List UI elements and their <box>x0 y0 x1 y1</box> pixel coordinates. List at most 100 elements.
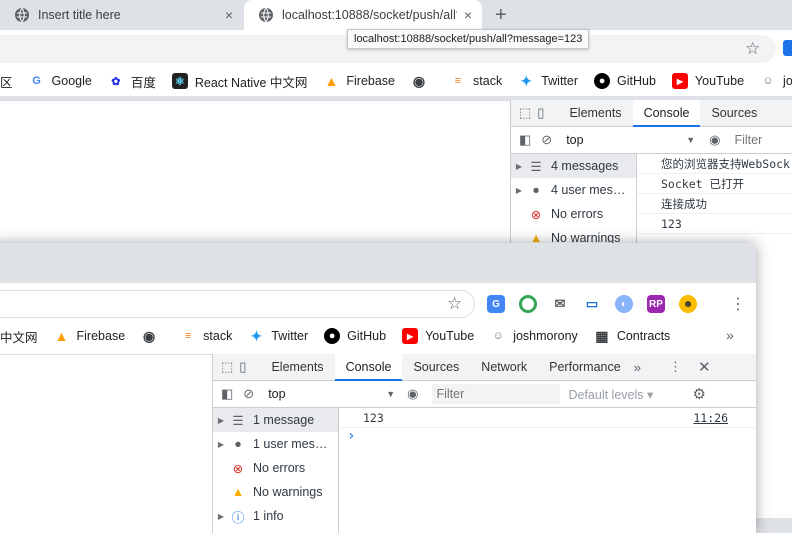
new-tab-button[interactable]: + <box>495 4 507 27</box>
filter-input[interactable]: Filter <box>432 384 561 404</box>
browser-menu-icon[interactable]: ⋮ <box>730 294 746 314</box>
bookmark-josh[interactable]: ☺jos <box>760 73 792 89</box>
bookmark-baidu[interactable]: ✿ 百度 <box>108 72 156 91</box>
sidebar-item-errors[interactable]: ⊗ No errors <box>213 456 338 480</box>
chrome-extension-icon[interactable] <box>519 295 537 313</box>
chevron-down-icon: ▼ <box>686 135 696 145</box>
log-timestamp-link[interactable]: 11:26 <box>693 408 728 427</box>
bookmark-globe[interactable]: ◉ <box>141 328 164 344</box>
inspect-icon[interactable]: ⬚ <box>519 105 531 121</box>
close-icon[interactable]: ✕ <box>698 358 711 376</box>
page-content <box>0 354 212 533</box>
eye-icon[interactable]: ◉ <box>709 132 720 148</box>
console-toolbar: ◧ ⊘ top ▼ ◉ Filter Default levels ▾ ⚙ <box>213 381 756 408</box>
bookmark-react-native[interactable]: ⚛ React Native 中文网 <box>171 72 307 91</box>
bookmark-stack[interactable]: ≡ stack <box>450 73 502 89</box>
bookmark-globe[interactable]: ◉ <box>411 73 434 89</box>
sidebar-item-errors[interactable]: ⊗ No errors <box>511 202 636 226</box>
tab-elements[interactable]: Elements <box>260 354 334 381</box>
address-bar[interactable] <box>0 290 475 318</box>
devtools-menu-icon[interactable]: ⋮ <box>669 359 682 375</box>
contracts-icon: ▦ <box>595 327 609 344</box>
firebase-icon: ▲ <box>54 328 69 344</box>
bookmark-firebase[interactable]: ▲ Firebase <box>54 328 126 344</box>
device-toggle-icon[interactable]: ▯ <box>239 359 246 375</box>
close-icon[interactable]: × <box>464 7 472 23</box>
info-icon: ⓘ <box>231 510 245 525</box>
rp-extension-icon[interactable]: RP <box>647 295 665 313</box>
error-icon: ⊗ <box>232 461 244 476</box>
tab-strip: Insert title here × localhost:10888/sock… <box>0 0 792 30</box>
mail-extension-icon[interactable]: ✉ <box>551 295 569 313</box>
tab-performance[interactable]: Performance <box>538 354 632 381</box>
globe-icon: ◉ <box>412 72 426 89</box>
tab-sources[interactable]: Sources <box>402 354 470 381</box>
context-select[interactable]: top <box>268 387 386 401</box>
sidebar-item-user-messages[interactable]: ▶ ● 4 user mes… <box>511 178 636 202</box>
bookmark-google[interactable]: G Google <box>29 73 92 89</box>
gear-icon[interactable]: ⚙ <box>692 385 705 403</box>
user-icon: ● <box>234 437 242 451</box>
twitter-icon: ✦ <box>250 327 263 344</box>
filter-input[interactable]: Filter <box>734 133 762 147</box>
devtools-panel: ⬚ ▯ Elements Console Sources Network Per… <box>212 353 756 533</box>
youtube-icon: ▶ <box>671 73 688 89</box>
sidebar-item-user-messages[interactable]: ▶ ● 1 user mes… <box>213 432 338 456</box>
bookmark-stack[interactable]: ≡ stack <box>180 328 232 344</box>
bookmark-github[interactable]: ● GitHub <box>594 73 656 89</box>
baidu-icon: ✿ <box>111 75 121 88</box>
sidebar-item-messages[interactable]: ▶ ☰ 4 messages <box>511 154 636 178</box>
tab-localhost[interactable]: localhost:10888/socket/push/all? × <box>244 0 482 30</box>
console-log-area: 123 11:26 › <box>339 408 756 533</box>
expand-arrow-icon: ▶ <box>515 185 523 195</box>
more-tabs-button[interactable]: » <box>634 360 641 375</box>
bookmark-github[interactable]: ● GitHub <box>324 328 386 344</box>
close-icon[interactable]: × <box>225 7 233 23</box>
sidebar-item-messages[interactable]: ▶ ☰ 1 message <box>213 408 338 432</box>
sidebar-toggle-icon[interactable]: ◧ <box>519 132 531 148</box>
console-prompt[interactable]: › <box>339 428 756 444</box>
bookmark-contracts[interactable]: ▦ Contracts <box>594 327 670 344</box>
tab-console[interactable]: Console <box>334 353 403 381</box>
eye-icon[interactable]: ◉ <box>407 386 418 402</box>
more-bookmarks-button[interactable]: » <box>726 327 734 343</box>
translate-extension-icon[interactable]: G <box>487 295 505 313</box>
bookmark-community[interactable]: 区 <box>0 72 13 91</box>
bookmark-star-icon[interactable]: ☆ <box>745 39 760 59</box>
context-select[interactable]: top <box>566 133 686 147</box>
devtools-tabbar: ⬚ ▯ Elements Console Sources <box>511 99 792 127</box>
tab-elements[interactable]: Elements <box>558 100 632 127</box>
expand-arrow-icon: ▶ <box>515 161 523 171</box>
sidebar-item-warnings[interactable]: ▲ No warnings <box>213 480 338 504</box>
bookmark-joshmorony[interactable]: ☺ joshmorony <box>490 328 578 344</box>
lens-extension-icon[interactable]: ◐ <box>615 295 633 313</box>
clear-console-icon[interactable]: ⊘ <box>541 132 552 148</box>
bookmark-youtube[interactable]: ▶ YouTube <box>402 328 474 344</box>
inspect-icon[interactable]: ⬚ <box>221 359 233 375</box>
bookmark-youtube[interactable]: ▶ YouTube <box>671 73 744 89</box>
sidebar-toggle-icon[interactable]: ◧ <box>221 386 233 402</box>
expand-arrow-icon: ▶ <box>217 511 225 521</box>
sidebar-item-info[interactable]: ▶ ⓘ 1 info <box>213 504 338 528</box>
devtools-tabbar: ⬚ ▯ Elements Console Sources Network Per… <box>213 353 756 381</box>
clear-console-icon[interactable]: ⊘ <box>243 386 254 402</box>
tab-network[interactable]: Network <box>470 354 538 381</box>
bookmark-twitter[interactable]: ✦ Twitter <box>248 328 308 344</box>
cast-extension-icon[interactable]: ▭ <box>583 295 601 313</box>
bookmark-firebase[interactable]: ▲ Firebase <box>323 73 395 89</box>
tab-console[interactable]: Console <box>632 99 701 127</box>
log-levels-select[interactable]: Default levels ▾ <box>568 387 692 402</box>
tab-insert-title[interactable]: Insert title here × <box>0 0 243 30</box>
tab-sources[interactable]: Sources <box>700 100 768 127</box>
avatar-icon: ☺ <box>492 330 504 342</box>
tab-strip <box>0 243 756 283</box>
device-toggle-icon[interactable]: ▯ <box>537 105 544 121</box>
profile-avatar-icon[interactable]: ☻ <box>679 295 697 313</box>
warning-icon: ▲ <box>231 485 245 499</box>
extension-icon[interactable] <box>783 40 792 56</box>
bookmark-react-native[interactable]: 中文网 <box>0 327 38 346</box>
bookmark-twitter[interactable]: ✦ Twitter <box>518 73 578 89</box>
console-sidebar: ▶ ☰ 1 message ▶ ● 1 user mes… ⊗ No errors ▲ No… <box>213 408 339 533</box>
log-message: 123 <box>363 411 384 425</box>
bookmark-star-icon[interactable]: ☆ <box>447 294 462 314</box>
